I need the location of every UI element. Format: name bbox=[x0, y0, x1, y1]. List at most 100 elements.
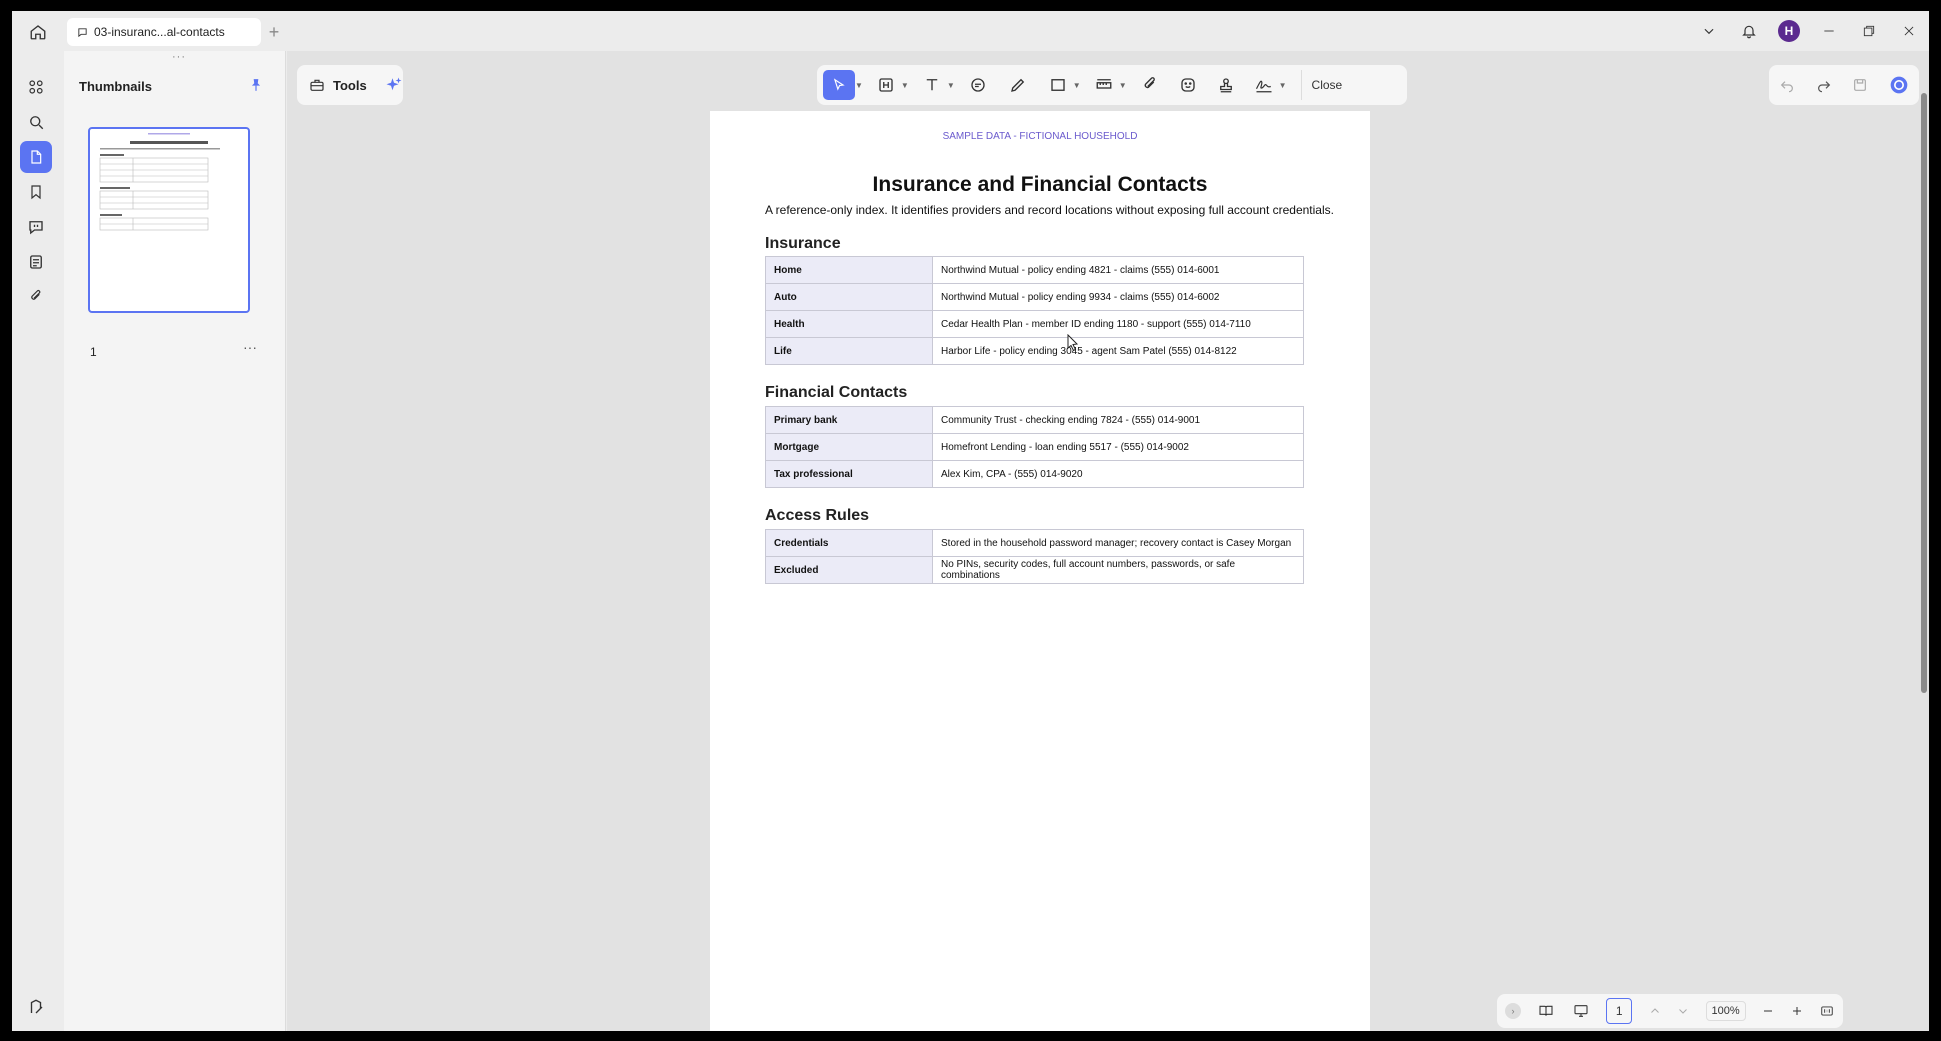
redo-icon[interactable] bbox=[1816, 77, 1832, 93]
vertical-scrollbar[interactable] bbox=[1921, 93, 1927, 693]
restore-button[interactable] bbox=[1849, 11, 1889, 51]
avatar[interactable]: H bbox=[1769, 11, 1809, 51]
left-rail bbox=[12, 51, 64, 1031]
row-key: Tax professional bbox=[765, 460, 933, 488]
document-title: Insurance and Financial Contacts bbox=[872, 173, 1208, 196]
pin-icon[interactable] bbox=[244, 73, 268, 97]
signature-icon[interactable] bbox=[1249, 70, 1279, 100]
insurance-table: Home Northwind Mutual - policy ending 482… bbox=[765, 256, 1304, 365]
presentation-icon[interactable] bbox=[1572, 1003, 1590, 1019]
thumbnails-panel: ··· Thumbnails 1 ··· bbox=[64, 51, 286, 1031]
table-row: Primary bank Community Trust - checking e… bbox=[765, 406, 1304, 434]
annotation-toolbar: ▼ ▼ ▼ ▼ ▼ ▼ Close bbox=[817, 65, 1407, 105]
attachment-icon[interactable] bbox=[20, 281, 52, 313]
title-bar: 03-insuranc...al-contacts + H bbox=[12, 11, 1929, 51]
row-key: Health bbox=[765, 310, 933, 338]
avatar-initial: H bbox=[1778, 20, 1800, 42]
row-key: Life bbox=[765, 337, 933, 365]
table-row: Excluded No PINs, security codes, full ac… bbox=[765, 556, 1304, 584]
table-row: Home Northwind Mutual - policy ending 482… bbox=[765, 256, 1304, 284]
collapse-arrow-icon[interactable]: › bbox=[1505, 1003, 1521, 1019]
highlight-icon[interactable] bbox=[871, 70, 901, 100]
zoom-level[interactable]: 100% bbox=[1705, 1001, 1746, 1021]
text-icon[interactable] bbox=[917, 70, 947, 100]
row-value: Northwind Mutual - policy ending 9934 - … bbox=[932, 283, 1304, 311]
header-note: SAMPLE DATA - FICTIONAL HOUSEHOLD bbox=[942, 131, 1138, 142]
document-viewer: Tools ▼ ▼ ▼ ▼ ▼ ▼ Close SAMPLE DATA - FI… bbox=[287, 51, 1929, 1031]
undo-icon[interactable] bbox=[1779, 77, 1795, 93]
chevron-down-icon[interactable]: ▼ bbox=[1119, 81, 1127, 90]
close-toolbar-button[interactable]: Close bbox=[1300, 70, 1342, 100]
close-window-button[interactable] bbox=[1889, 11, 1929, 51]
row-key: Excluded bbox=[765, 556, 933, 584]
chevron-down-icon[interactable]: ▼ bbox=[901, 81, 909, 90]
measure-ruler-icon[interactable] bbox=[1089, 70, 1119, 100]
table-row: Mortgage Homefront Lending - loan ending … bbox=[765, 433, 1304, 461]
thumbnails-panel-icon[interactable] bbox=[20, 141, 52, 173]
section-heading: Insurance bbox=[765, 235, 841, 252]
sync-badge-icon[interactable] bbox=[1889, 75, 1909, 95]
page-number-input[interactable]: 1 bbox=[1606, 998, 1633, 1024]
row-key: Home bbox=[765, 256, 933, 284]
comment-bubble-icon[interactable] bbox=[963, 70, 993, 100]
table-row: Health Cedar Health Plan - member ID endi… bbox=[765, 310, 1304, 338]
toolbox-icon bbox=[309, 77, 325, 93]
row-value: Northwind Mutual - policy ending 4821 - … bbox=[932, 256, 1304, 284]
save-icon[interactable] bbox=[1852, 77, 1868, 93]
table-row: Life Harbor Life - policy ending 3045 - a… bbox=[765, 337, 1304, 365]
tools-button[interactable]: Tools bbox=[297, 65, 403, 105]
chevron-down-icon[interactable]: ▼ bbox=[947, 81, 955, 90]
app-window: 03-insuranc...al-contacts + H ··· Thumbn… bbox=[12, 11, 1929, 1031]
tools-label: Tools bbox=[333, 77, 367, 93]
settings-brand-icon[interactable] bbox=[20, 991, 52, 1023]
chevron-down-icon[interactable] bbox=[1677, 1005, 1689, 1017]
section-heading: Financial Contacts bbox=[765, 384, 908, 401]
thumbnails-title: Thumbnails bbox=[79, 79, 152, 94]
bookmark-icon[interactable] bbox=[20, 176, 52, 208]
select-cursor-icon[interactable] bbox=[823, 70, 855, 100]
row-value: Stored in the household password manager… bbox=[932, 529, 1304, 557]
row-value: Harbor Life - policy ending 3045 - agent… bbox=[932, 337, 1304, 365]
actual-size-icon[interactable] bbox=[1819, 1004, 1835, 1018]
table-row: Auto Northwind Mutual - policy ending 993… bbox=[765, 283, 1304, 311]
page-thumbnail[interactable] bbox=[88, 127, 250, 313]
home-icon[interactable] bbox=[26, 20, 50, 44]
chevron-up-icon[interactable] bbox=[1649, 1005, 1661, 1017]
row-value: No PINs, security codes, full account nu… bbox=[932, 556, 1304, 584]
document-tab-label: 03-insuranc...al-contacts bbox=[94, 25, 225, 39]
zoom-out-icon[interactable] bbox=[1762, 1005, 1774, 1017]
chevron-down-icon[interactable] bbox=[1689, 11, 1729, 51]
chevron-down-icon[interactable]: ▼ bbox=[855, 81, 863, 90]
row-value: Alex Kim, CPA - (555) 014-9020 bbox=[932, 460, 1304, 488]
stamp-list-icon[interactable] bbox=[20, 246, 52, 278]
document-subtitle: A reference-only index. It identifies pr… bbox=[765, 203, 1334, 217]
window-controls: H bbox=[1689, 11, 1929, 51]
stamp-icon[interactable] bbox=[1211, 70, 1241, 100]
thumbnail-more-button[interactable]: ··· bbox=[238, 339, 262, 359]
new-tab-button[interactable]: + bbox=[262, 20, 286, 44]
notifications-bell-icon[interactable] bbox=[1729, 11, 1769, 51]
rectangle-shape-icon[interactable] bbox=[1043, 70, 1073, 100]
chevron-down-icon[interactable]: ▼ bbox=[1279, 81, 1287, 90]
document-tab[interactable]: 03-insuranc...al-contacts bbox=[67, 18, 261, 46]
status-bar: › 1 100% bbox=[1497, 994, 1843, 1028]
paperclip-icon[interactable] bbox=[1135, 70, 1165, 100]
minimize-button[interactable] bbox=[1809, 11, 1849, 51]
pen-icon[interactable] bbox=[1003, 70, 1033, 100]
row-key: Primary bank bbox=[765, 406, 933, 434]
row-value: Community Trust - checking ending 7824 -… bbox=[932, 406, 1304, 434]
ai-sparkle-icon[interactable] bbox=[385, 76, 403, 94]
thumbnail-page-number: 1 bbox=[90, 345, 97, 359]
search-icon[interactable] bbox=[20, 106, 52, 138]
sticker-icon[interactable] bbox=[1173, 70, 1203, 100]
row-key: Mortgage bbox=[765, 433, 933, 461]
zoom-in-icon[interactable] bbox=[1791, 1005, 1803, 1017]
comments-icon[interactable] bbox=[20, 211, 52, 243]
panel-resize-handle[interactable]: ··· bbox=[172, 51, 186, 63]
reading-mode-icon[interactable] bbox=[1537, 1003, 1555, 1019]
table-row: Credentials Stored in the household passw… bbox=[765, 529, 1304, 557]
chevron-down-icon[interactable]: ▼ bbox=[1073, 81, 1081, 90]
table-row: Tax professional Alex Kim, CPA - (555) 01… bbox=[765, 460, 1304, 488]
apps-grid-icon[interactable] bbox=[20, 71, 52, 103]
section-heading: Access Rules bbox=[765, 507, 870, 524]
